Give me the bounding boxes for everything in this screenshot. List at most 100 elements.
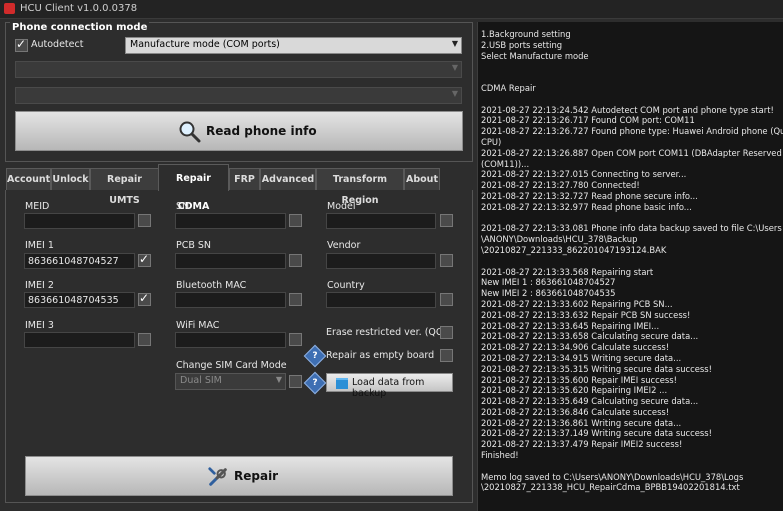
chevron-down-icon: ▼ <box>451 63 458 72</box>
connection-section-title: Phone connection mode <box>10 22 150 33</box>
bluetooth-mac-checkbox[interactable] <box>289 293 302 306</box>
tab-repair-umts[interactable]: Repair UMTS <box>90 168 159 206</box>
log-line: Finished! <box>481 450 519 461</box>
pcb-sn-checkbox[interactable] <box>289 254 302 267</box>
sim-mode-select[interactable]: Dual SIM ▼ <box>175 373 286 390</box>
connection-mode-select[interactable]: Manufacture mode (COM ports) ▼ <box>125 37 462 54</box>
imei2-field[interactable]: 863661048704535 <box>24 292 135 308</box>
sn-label: SN <box>176 201 190 212</box>
log-line: Memo log saved to C:\Users\ANONY\Downloa… <box>481 471 744 482</box>
country-checkbox[interactable] <box>440 293 453 306</box>
bluetooth-mac-label: Bluetooth MAC <box>176 280 247 291</box>
meid-field[interactable] <box>24 213 135 229</box>
repair-empty-board-label: Repair as empty board <box>326 350 435 361</box>
log-line: CPU) <box>481 136 502 147</box>
tab-advanced[interactable]: Advanced <box>260 168 316 190</box>
magnifier-icon <box>179 121 201 143</box>
load-data-from-backup-label: Load data from backup <box>352 377 425 399</box>
imei2-label: IMEI 2 <box>25 280 54 291</box>
imei1-label: IMEI 1 <box>25 240 54 251</box>
log-line: 2.USB ports setting <box>481 39 563 50</box>
vendor-checkbox[interactable] <box>440 254 453 267</box>
log-line: 2021-08-27 22:13:36.846 Calculate succes… <box>481 406 670 417</box>
title-bar: HCU Client v1.0.0.0378 <box>0 0 783 19</box>
sn-field[interactable] <box>175 213 286 229</box>
log-line: 2021-08-27 22:13:33.602 Repairing PCB SN… <box>481 298 673 309</box>
log-line: 2021-08-27 22:13:26.717 Found COM port: … <box>481 115 695 126</box>
log-line: Select Manufacture mode <box>481 50 589 61</box>
imei1-checkbox[interactable] <box>138 252 151 267</box>
sim-mode-label: Change SIM Card Mode <box>176 360 287 371</box>
log-line: 2021-08-27 22:13:33.645 Repairing IMEI..… <box>481 320 660 331</box>
vendor-label: Vendor <box>327 240 361 251</box>
country-label: Country <box>327 280 365 291</box>
repair-button[interactable]: Repair <box>25 456 453 496</box>
sn-checkbox[interactable] <box>289 214 302 227</box>
read-phone-info-button[interactable]: Read phone info <box>15 111 463 151</box>
autodetect-label: Autodetect <box>31 39 84 50</box>
imei3-field[interactable] <box>24 332 135 348</box>
tab-account[interactable]: Account <box>6 168 51 190</box>
country-field[interactable] <box>326 292 436 308</box>
log-panel[interactable]: 1.Background setting 2.USB ports setting S… <box>477 22 783 511</box>
log-line: \ANONY\Downloads\HCU_378\Backup <box>481 234 638 245</box>
log-line: 2021-08-27 22:13:32.727 Read phone secur… <box>481 190 698 201</box>
log-line: 2021-08-27 22:13:35.649 Calculating secu… <box>481 396 699 407</box>
erase-restricted-label: Erase restricted ver. (QC) <box>326 327 447 338</box>
tab-about[interactable]: About <box>404 168 440 190</box>
autodetect-checkbox[interactable] <box>15 37 28 52</box>
erase-restricted-checkbox[interactable] <box>440 326 453 339</box>
folder-icon <box>336 378 348 389</box>
vendor-field[interactable] <box>326 253 436 269</box>
window-title: HCU Client v1.0.0.0378 <box>20 3 138 14</box>
tab-unlock[interactable]: Unlock <box>51 168 90 190</box>
log-line: (COM11))... <box>481 158 530 169</box>
log-line: 2021-08-27 22:13:35.315 Writing secure d… <box>481 363 712 374</box>
log-line: 2021-08-27 22:13:26.727 Found phone type… <box>481 126 783 137</box>
log-line: CDMA Repair <box>481 82 536 93</box>
load-data-from-backup-button[interactable]: Load data from backup <box>326 373 453 399</box>
log-line: 2021-08-27 22:13:33.658 Calculating secu… <box>481 331 699 342</box>
model-field[interactable] <box>326 213 436 229</box>
chevron-down-icon: ▼ <box>451 39 458 48</box>
imei3-checkbox[interactable] <box>138 333 151 346</box>
imei1-field[interactable]: 863661048704527 <box>24 253 135 269</box>
tab-repair-cdma[interactable]: Repair CDMA <box>158 164 229 212</box>
log-line: 2021-08-27 22:13:26.887 Open COM port CO… <box>481 147 782 158</box>
wifi-mac-checkbox[interactable] <box>289 333 302 346</box>
connection-mode-value: Manufacture mode (COM ports) <box>130 39 280 50</box>
repair-button-label: Repair <box>234 469 279 483</box>
log-line: New IMEI 1 : 863661048704527 <box>481 277 616 288</box>
model-checkbox[interactable] <box>440 214 453 227</box>
log-line: 1.Background setting <box>481 29 571 39</box>
wifi-mac-label: WiFi MAC <box>176 320 220 331</box>
log-line: 2021-08-27 22:13:33.568 Repairing start <box>481 266 654 277</box>
sim-mode-checkbox[interactable] <box>289 375 302 388</box>
sim-mode-value: Dual SIM <box>180 375 222 386</box>
bluetooth-mac-field[interactable] <box>175 292 286 308</box>
log-line: 2021-08-27 22:13:35.620 Repairing IMEI2 … <box>481 385 668 396</box>
pcb-sn-field[interactable] <box>175 253 286 269</box>
log-line: 2021-08-27 22:13:33.081 Phone info data … <box>481 223 782 234</box>
tab-frp[interactable]: FRP <box>229 168 260 190</box>
model-label: Model <box>327 201 356 212</box>
meid-checkbox[interactable] <box>138 214 151 227</box>
imei3-label: IMEI 3 <box>25 320 54 331</box>
repair-empty-board-checkbox[interactable] <box>440 349 453 362</box>
log-line: 2021-08-27 22:13:27.780 Connected! <box>481 180 640 191</box>
log-line: 2021-08-27 22:13:27.015 Connecting to se… <box>481 169 687 180</box>
chevron-down-icon: ▼ <box>275 375 282 384</box>
tab-transform-region[interactable]: Transform Region <box>316 168 404 206</box>
device-select-disabled: ▼ <box>15 87 462 104</box>
log-line: \20210827_221338_HCU_RepairCdma_BPBB1940… <box>481 482 740 493</box>
wifi-mac-field[interactable] <box>175 332 286 348</box>
log-line: 2021-08-27 22:13:24.542 Autodetect COM p… <box>481 104 774 115</box>
log-line: \20210827_221333_862201047193124.BAK <box>481 244 667 255</box>
log-text: 1.Background setting 2.USB ports setting S… <box>481 29 783 493</box>
log-line: 2021-08-27 22:13:32.977 Read phone basic… <box>481 201 692 212</box>
imei2-checkbox[interactable] <box>138 291 151 306</box>
